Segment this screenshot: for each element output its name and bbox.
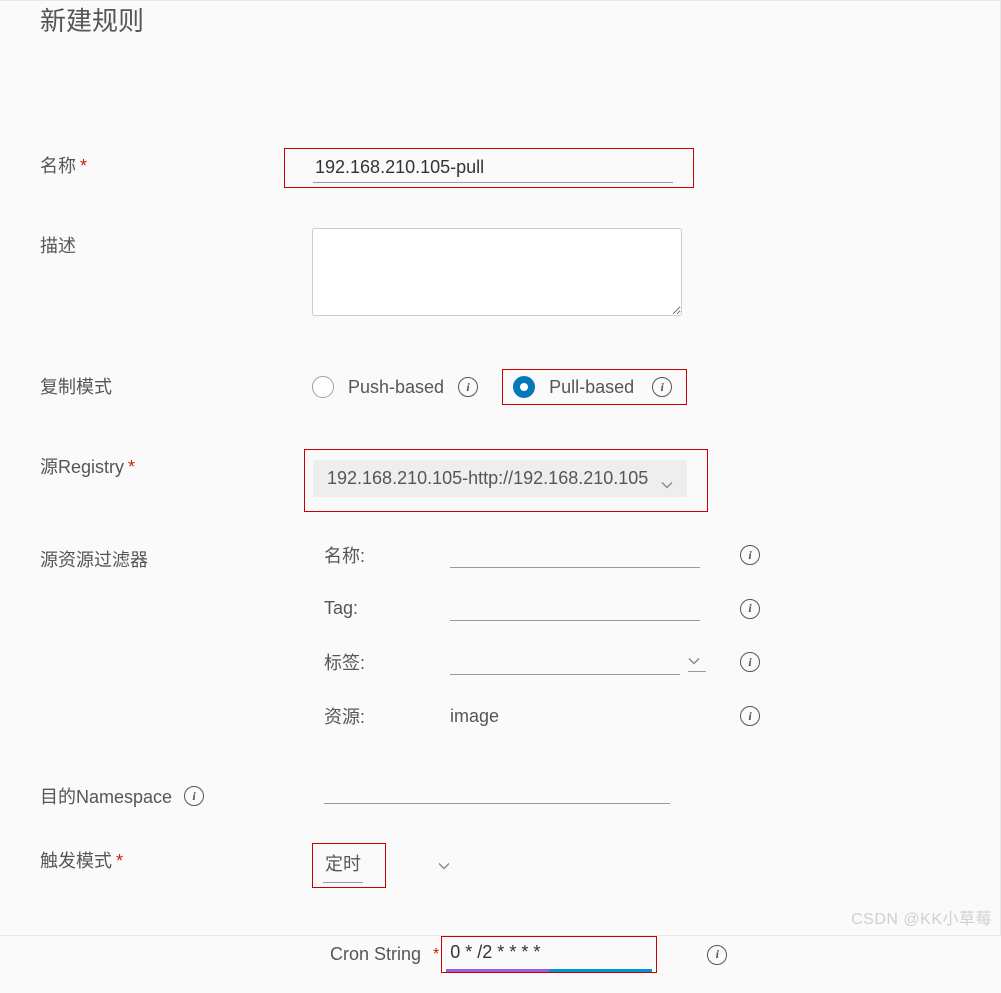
filter-row-label: 标签: i [324, 649, 960, 675]
chevron-down-icon[interactable] [438, 857, 450, 875]
required-marker: * [80, 156, 87, 176]
radio-circle-push [312, 376, 334, 398]
filter-label-resource: 资源: [324, 703, 450, 729]
label-name: 名称* [40, 148, 312, 178]
label-description: 描述 [40, 228, 312, 258]
highlight-name [284, 148, 694, 188]
row-description: 描述 [40, 228, 960, 321]
highlight-source-registry: 192.168.210.105-http://192.168.210.105 [304, 449, 708, 512]
info-icon[interactable]: i [707, 945, 727, 965]
label-trigger: 触发模式* [40, 843, 312, 873]
name-input[interactable] [313, 153, 673, 183]
radio-label-pull: Pull-based [549, 377, 634, 398]
chevron-down-icon[interactable] [688, 652, 706, 672]
label-replication-mode: 复制模式 [40, 369, 312, 399]
label-cron: Cron String [330, 944, 421, 965]
radio-label-push: Push-based [348, 377, 444, 398]
label-source-registry: 源Registry* [40, 449, 312, 479]
required-marker: * [116, 851, 123, 871]
label-dest-namespace: 目的Namespace i [40, 779, 312, 809]
filter-row-resource: 资源: image i [324, 703, 960, 729]
highlight-cron [441, 936, 657, 973]
highlight-trigger: 定时 [312, 843, 386, 888]
filter-name-input[interactable] [450, 543, 700, 568]
row-source-filter: 源资源过滤器 名称: i Tag: i 标签: [40, 542, 960, 729]
chevron-down-icon [661, 473, 673, 485]
row-replication-mode: 复制模式 Push-based i Pull-based i [40, 369, 960, 405]
description-textarea[interactable] [312, 228, 682, 316]
page-title: 新建规则 [40, 1, 960, 38]
label-source-filter: 源资源过滤器 [40, 542, 312, 572]
radio-pull-based[interactable]: Pull-based [513, 376, 634, 398]
filter-tag-input[interactable] [450, 596, 700, 621]
filter-row-tag: Tag: i [324, 596, 960, 621]
source-registry-value: 192.168.210.105-http://192.168.210.105 [327, 468, 648, 489]
highlight-pull: Pull-based i [502, 369, 687, 405]
row-dest-namespace: 目的Namespace i [40, 779, 960, 809]
info-icon[interactable]: i [740, 652, 760, 672]
row-source-registry: 源Registry* 192.168.210.105-http://192.16… [40, 449, 960, 512]
info-icon[interactable]: i [740, 545, 760, 565]
dest-namespace-input[interactable] [324, 779, 670, 804]
required-marker: * [433, 946, 439, 964]
filter-label-label: 标签: [324, 649, 450, 675]
row-cron: Cron String * i [330, 936, 960, 973]
info-icon[interactable]: i [740, 599, 760, 619]
filter-row-name: 名称: i [324, 542, 960, 568]
required-marker: * [128, 457, 135, 477]
source-registry-select[interactable]: 192.168.210.105-http://192.168.210.105 [313, 460, 687, 497]
filter-resource-value: image [450, 706, 499, 727]
info-icon[interactable]: i [740, 706, 760, 726]
trigger-select[interactable]: 定时 [323, 848, 363, 883]
info-icon[interactable]: i [652, 377, 672, 397]
filter-label-name: 名称: [324, 542, 450, 568]
row-trigger: 触发模式* 定时 Cron String * i [40, 843, 960, 973]
radio-circle-pull [513, 376, 535, 398]
info-icon[interactable]: i [458, 377, 478, 397]
row-name: 名称* [40, 148, 960, 188]
cron-input[interactable] [446, 940, 652, 972]
filter-label-tag: Tag: [324, 598, 450, 619]
watermark: CSDN @KK小草莓 [851, 905, 992, 929]
filter-label-input[interactable] [450, 650, 680, 675]
info-icon[interactable]: i [184, 786, 204, 806]
radio-push-based[interactable]: Push-based i [312, 376, 478, 398]
